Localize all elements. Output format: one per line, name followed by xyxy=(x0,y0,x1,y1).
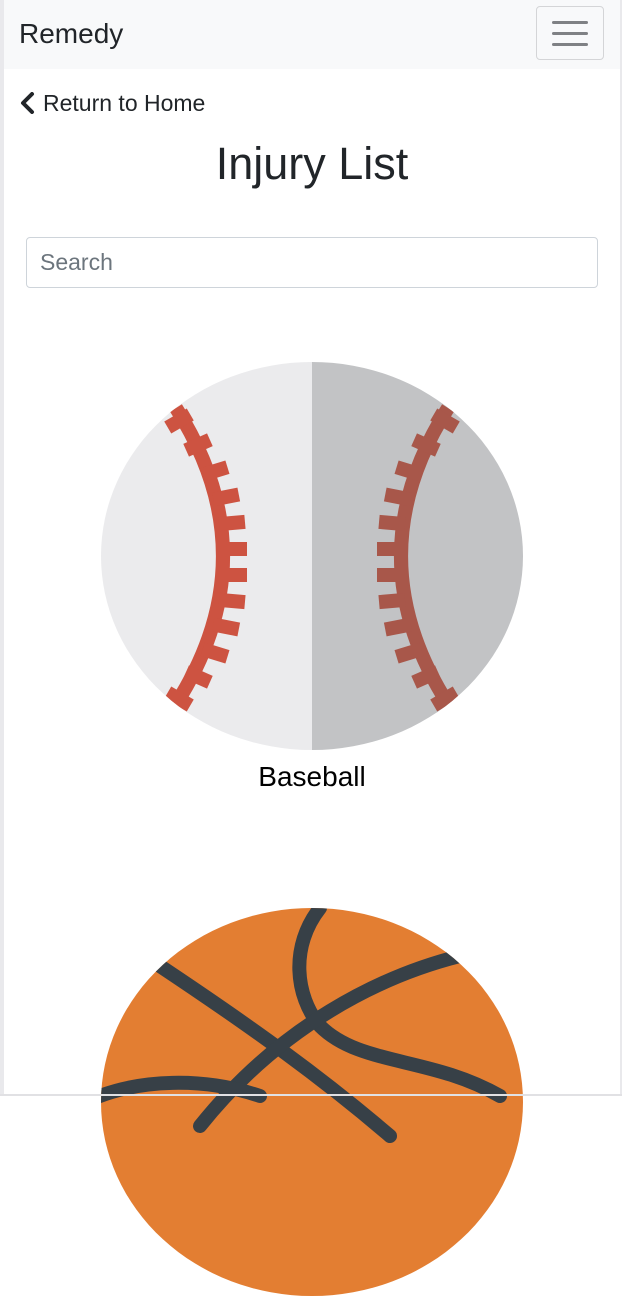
search-input[interactable] xyxy=(26,237,598,288)
navbar-brand[interactable]: Remedy xyxy=(19,17,123,51)
menu-toggle-button[interactable] xyxy=(536,6,604,60)
navbar: Remedy xyxy=(4,0,620,69)
return-home-label: Return to Home xyxy=(43,89,206,116)
hamburger-menu-icon xyxy=(552,21,588,47)
basketball-icon xyxy=(101,908,523,1296)
chevron-left-icon xyxy=(21,92,34,114)
baseball-icon xyxy=(101,362,523,750)
sport-label-baseball: Baseball xyxy=(258,761,366,792)
page-title: Injury List xyxy=(215,138,409,189)
return-home-link[interactable]: Return to Home xyxy=(19,89,205,117)
sport-card-baseball[interactable]: Baseball xyxy=(100,360,524,794)
sport-card-basketball[interactable] xyxy=(100,906,524,1298)
